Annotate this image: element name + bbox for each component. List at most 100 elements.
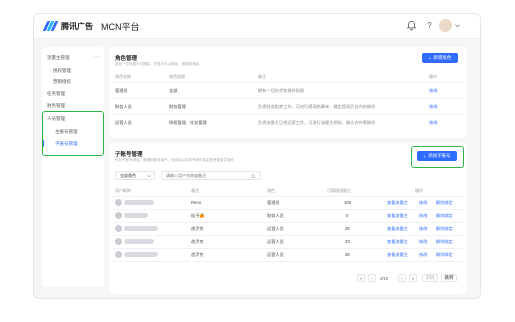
edit-link[interactable]: 修改 xyxy=(419,213,427,219)
row-count: 33 xyxy=(345,239,350,244)
avatar xyxy=(115,238,122,245)
brand-logo[interactable]: 腾讯广告 xyxy=(42,20,93,32)
role-filter-select[interactable]: 全部角色 xyxy=(115,171,155,180)
sidebar-item-marketing-auth[interactable]: 营销授权 xyxy=(53,79,71,85)
sidebar-item-traffic-owner[interactable]: 流量主管理 xyxy=(47,55,70,61)
unbind-link[interactable]: 解除绑定 xyxy=(436,226,453,232)
col-role-note: 备注 xyxy=(258,74,266,79)
nickname-redacted xyxy=(124,226,158,231)
edit-link[interactable]: 修改 xyxy=(419,239,427,245)
avatar xyxy=(115,251,122,258)
sub-card-title: 子账号管理 xyxy=(115,152,143,158)
highlight-box-personnel xyxy=(42,111,104,156)
prev-page-button[interactable]: ‹ xyxy=(368,274,376,282)
top-bar: 腾讯广告 MCN平台 ? xyxy=(34,14,480,39)
col-operation: 操作 xyxy=(415,188,423,193)
unbind-link[interactable]: 解除绑定 xyxy=(436,239,453,245)
nickname-redacted xyxy=(124,200,154,205)
user-avatar[interactable] xyxy=(439,19,452,32)
role-card-title: 角色管理 xyxy=(115,56,138,62)
role-card-subtitle: 角色一旦设置不可删除，但显示可以修改，请谨慎添加 xyxy=(115,62,199,66)
search-icon[interactable] xyxy=(251,174,256,179)
last-page-button[interactable]: » xyxy=(409,274,417,282)
chevron-down-icon xyxy=(147,175,151,178)
role-management-card: 角色管理 角色一旦设置不可删除，但显示可以修改，请谨慎添加 + 新增角色 角色名… xyxy=(109,47,467,138)
unbind-link[interactable]: 解除绑定 xyxy=(436,200,453,206)
unbind-link[interactable]: 解除绑定 xyxy=(436,252,453,258)
divider xyxy=(113,82,463,83)
role-note: 负责流量主日常运营工作，可进行流量主授权、确认合作等操作 xyxy=(258,120,376,125)
edit-role-link[interactable]: 修改 xyxy=(429,104,437,110)
divider xyxy=(113,235,463,236)
row-role: 运营人员 xyxy=(267,239,284,244)
jump-button[interactable]: 跳转 xyxy=(441,274,457,282)
bell-icon[interactable] xyxy=(406,20,417,31)
edit-link[interactable]: 修改 xyxy=(419,252,427,258)
role-filter-value: 全部角色 xyxy=(120,172,136,178)
avatar xyxy=(115,225,122,232)
col-nickname: 用户昵称 xyxy=(115,188,131,193)
row-role: 管理员 xyxy=(267,200,280,205)
help-icon[interactable]: ? xyxy=(424,20,435,31)
sidebar-item-label: 任务管理 xyxy=(47,91,65,96)
view-traffic-link[interactable]: 查看流量主 xyxy=(387,239,408,245)
edit-role-link[interactable]: 修改 xyxy=(429,88,437,94)
add-role-button[interactable]: + 新增角色 xyxy=(422,53,458,63)
row-count: 35 xyxy=(345,252,350,257)
role-perm: 授权管理、任务管理 xyxy=(169,120,207,125)
row-role: 财务人员 xyxy=(267,213,284,218)
highlight-box-add-sub xyxy=(411,146,464,168)
sub-account-card: 子账号管理 可对子账号添加、管理和账号操作，添加后以手机号或外部主账号登录并操作… xyxy=(109,143,467,294)
divider xyxy=(113,98,463,99)
divider xyxy=(113,209,463,210)
nickname-redacted xyxy=(124,213,148,218)
view-traffic-link[interactable]: 查看流量主 xyxy=(387,226,408,232)
sub-card-subtitle: 可对子账号添加、管理和账号操作，添加后以手机号或外部主账号登录并操作 xyxy=(115,158,234,162)
chevron-down-icon[interactable] xyxy=(454,22,461,29)
view-traffic-link[interactable]: 查看流量主 xyxy=(387,200,408,206)
page-number-input[interactable]: 页码 xyxy=(422,274,438,282)
row-count: 35 xyxy=(345,226,350,231)
logo-mark-icon xyxy=(42,21,59,31)
brand-name: 腾讯广告 xyxy=(61,21,93,31)
nickname-redacted xyxy=(124,252,158,257)
sidebar-item-label: 流量主管理 xyxy=(47,55,70,60)
role-note: 拥有一切技术和操作权限 xyxy=(258,88,305,93)
sidebar-item-authorization[interactable]: 授权管理 xyxy=(53,68,71,74)
row-role: 运营人员 xyxy=(267,252,284,257)
row-count: 100 xyxy=(344,200,351,205)
col-manageable: 可管理流量主 xyxy=(327,188,351,193)
first-page-button[interactable]: « xyxy=(357,274,365,282)
app-window: 腾讯广告 MCN平台 ? 流量主管理 — 授权管理 营销授权 任务管理 财务管理 xyxy=(33,13,481,299)
sidebar-item-label: 营销授权 xyxy=(53,79,71,84)
col-role-action: 操作 xyxy=(429,74,437,79)
row-note: 桔子🍊 xyxy=(191,213,205,218)
role-name: 运营人员 xyxy=(115,120,132,125)
edit-link[interactable]: 修改 xyxy=(419,200,427,206)
next-page-button[interactable]: › xyxy=(398,274,406,282)
unbind-link[interactable]: 解除绑定 xyxy=(436,213,453,219)
view-traffic-link[interactable]: 查看流量主 xyxy=(387,252,408,258)
col-role-name: 角色名称 xyxy=(115,74,131,79)
divider xyxy=(113,114,463,115)
col-note: 备注 xyxy=(191,188,199,193)
add-role-label: 新增角色 xyxy=(433,55,452,60)
sidebar-item-label: 财务管理 xyxy=(47,103,65,108)
sidebar-item-finance[interactable]: 财务管理 xyxy=(47,103,65,109)
sidebar-item-tasks[interactable]: 任务管理 xyxy=(47,91,65,97)
search-field[interactable] xyxy=(161,171,261,180)
row-note: 途尹克 xyxy=(191,226,204,231)
row-note: 途尹克 xyxy=(191,239,204,244)
edit-role-link[interactable]: 修改 xyxy=(429,120,437,126)
edit-link[interactable]: 修改 xyxy=(419,226,427,232)
view-traffic-link[interactable]: 查看流量主 xyxy=(387,213,408,219)
role-note: 负责财务相关工作，可进行提现结算单、确定提现后台内的操作 xyxy=(258,104,376,109)
collapse-icon[interactable]: — xyxy=(94,54,99,59)
page-indicator: 2/10 xyxy=(380,276,389,281)
row-role: 运营人员 xyxy=(267,226,284,231)
role-name: 管理员 xyxy=(115,88,128,93)
divider xyxy=(113,196,463,197)
role-name: 财务人员 xyxy=(115,104,132,109)
avatar xyxy=(115,212,122,219)
search-input[interactable] xyxy=(166,173,246,178)
